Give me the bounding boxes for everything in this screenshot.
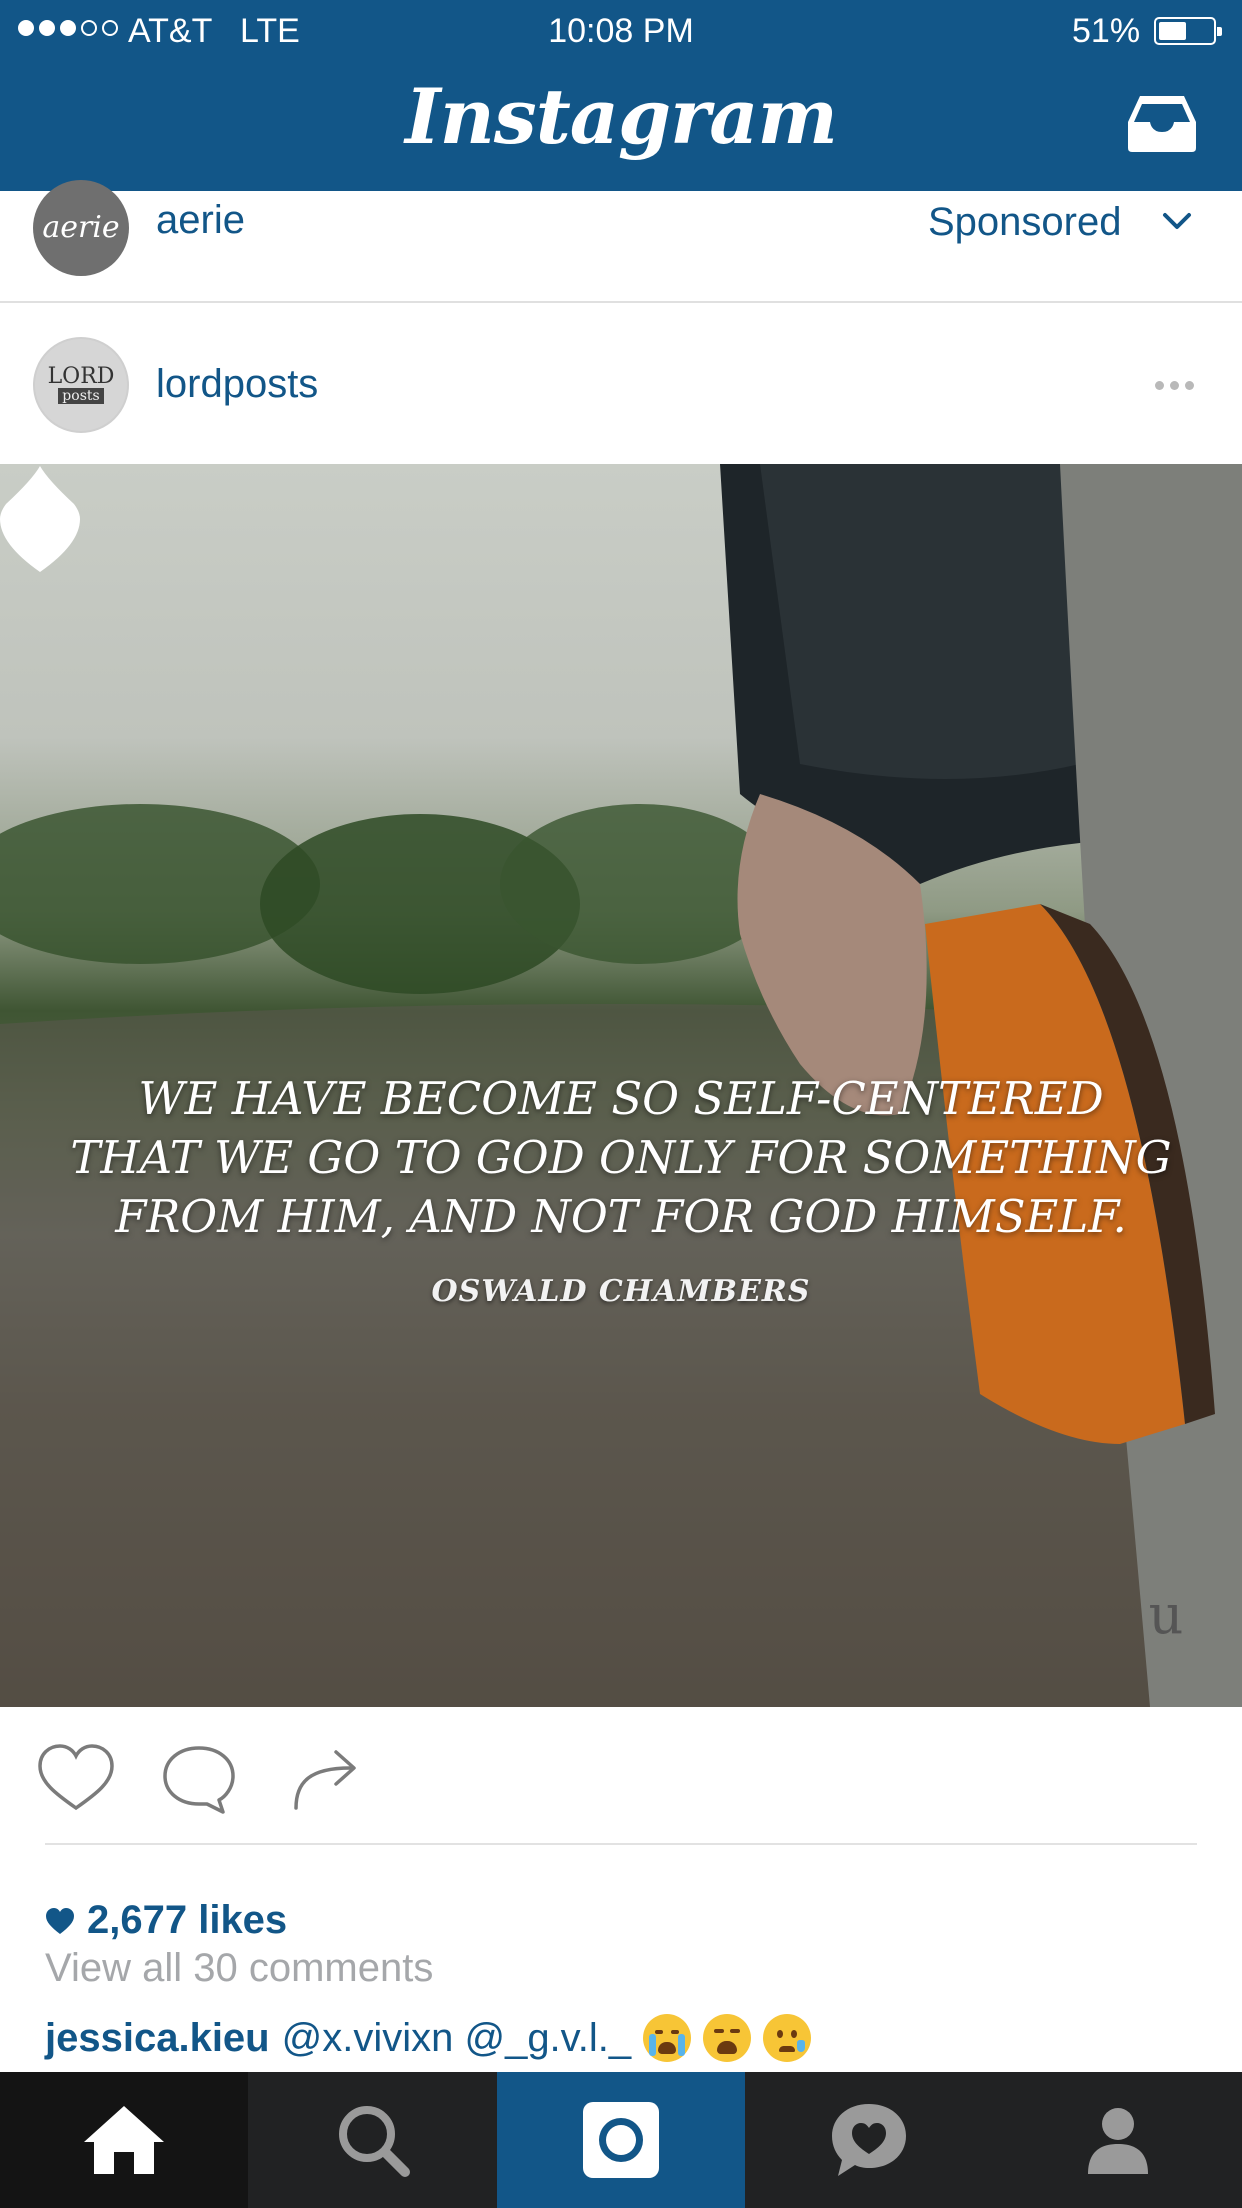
status-time: 10:08 PM <box>548 12 694 50</box>
search-icon <box>338 2106 410 2177</box>
heart-bubble-icon <box>832 2104 907 2176</box>
crying-face-icon <box>763 2014 812 2062</box>
tab-camera[interactable] <box>496 2072 746 2208</box>
camera-icon <box>582 2102 659 2178</box>
battery-percent: 51% <box>1072 12 1141 50</box>
avatar[interactable]: LORD posts <box>33 337 129 433</box>
watermark-badge <box>0 466 80 572</box>
sponsored-label[interactable]: Sponsored <box>928 200 1121 245</box>
comment-item: jessica.kieu @x.vivixn @_g.v.l._ <box>45 2014 812 2062</box>
person-icon <box>1087 2108 1148 2174</box>
share-arrow-icon[interactable] <box>286 1742 366 1814</box>
like-heart-icon[interactable] <box>36 1742 116 1814</box>
loudly-crying-face-icon <box>643 2014 692 2062</box>
divider <box>45 1843 1197 1845</box>
sponsored-username[interactable]: aerie <box>156 198 245 243</box>
quote-text: WE HAVE BECOME SO SELF-CENTERED THAT WE … <box>70 1072 1172 1243</box>
post-image[interactable]: WE HAVE BECOME SO SELF-CENTERED THAT WE … <box>0 464 1242 1707</box>
heart-icon <box>46 1907 74 1934</box>
post-username[interactable]: lordposts <box>156 362 318 407</box>
tab-bar <box>0 2072 1242 2208</box>
tired-face-icon <box>703 2014 752 2062</box>
tab-home[interactable] <box>0 2072 249 2208</box>
comment-bubble-icon[interactable] <box>159 1742 239 1814</box>
top-bar: AT&T LTE 10:08 PM 51% Instagram <box>0 0 1242 191</box>
tab-profile[interactable] <box>994 2072 1242 2208</box>
more-options-icon[interactable] <box>1155 381 1194 390</box>
likes-count[interactable]: 2,677 likes <box>45 1898 287 1943</box>
app-title: Instagram <box>405 72 838 161</box>
inbox-tray-icon <box>1128 96 1196 152</box>
chevron-down-icon[interactable] <box>1160 204 1194 238</box>
view-all-comments-link[interactable]: View all 30 comments <box>45 1946 433 1991</box>
home-icon <box>84 2106 165 2174</box>
watermark-letter: u <box>1148 1583 1184 1646</box>
avatar[interactable]: aerie <box>33 180 129 276</box>
tab-explore[interactable] <box>248 2072 496 2208</box>
quote-author: OSWALD CHAMBERS <box>431 1274 811 1309</box>
inbox-button[interactable] <box>1126 92 1198 154</box>
comment-mentions[interactable]: @x.vivixn @_g.v.l._ <box>282 2016 631 2061</box>
tab-activity[interactable] <box>745 2072 993 2208</box>
comment-author[interactable]: jessica.kieu <box>45 2016 270 2061</box>
status-bar: AT&T LTE 10:08 PM 51% <box>0 0 1242 62</box>
battery-icon <box>1154 17 1222 45</box>
